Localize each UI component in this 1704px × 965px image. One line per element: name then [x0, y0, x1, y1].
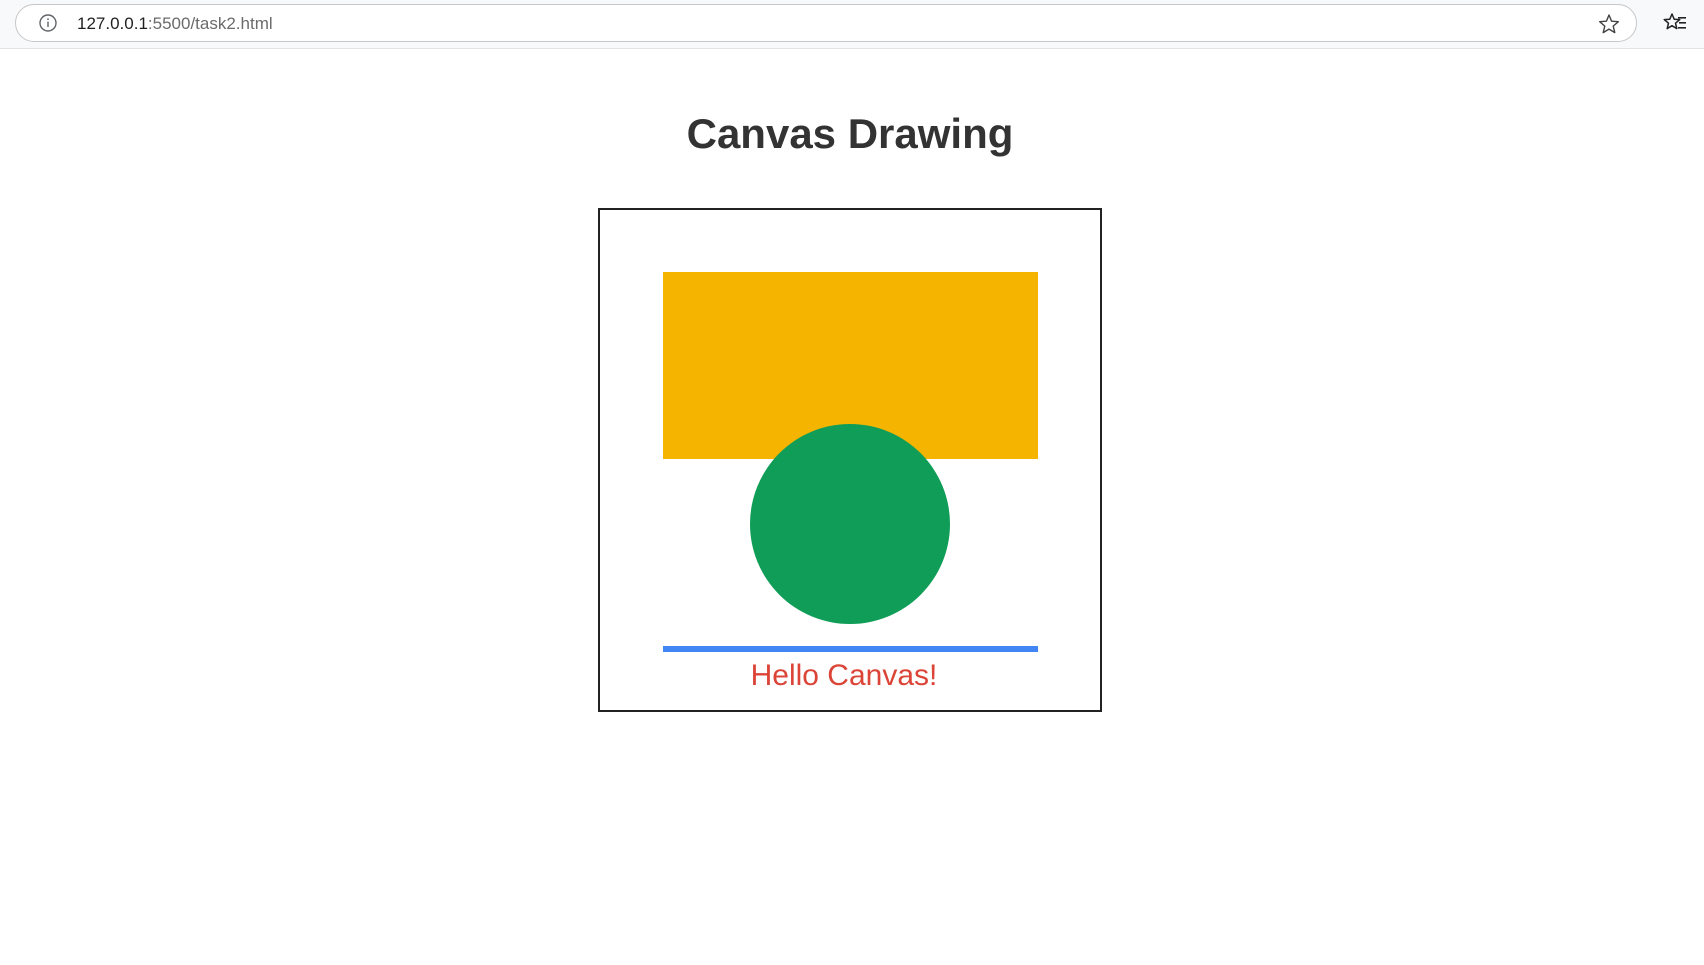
info-icon[interactable]	[39, 14, 57, 32]
favorites-icon[interactable]	[1663, 12, 1687, 36]
url-text[interactable]: 127.0.0.1:5500/task2.html	[77, 14, 273, 34]
browser-toolbar: 127.0.0.1:5500/task2.html	[0, 0, 1704, 49]
drawing-canvas: Hello Canvas!	[598, 208, 1102, 712]
url-host: 127.0.0.1	[77, 14, 148, 33]
canvas-circle	[750, 424, 950, 624]
page-content: Canvas Drawing Hello Canvas!	[0, 49, 1704, 965]
page-title: Canvas Drawing	[686, 110, 1014, 157]
star-icon[interactable]	[1598, 13, 1620, 35]
address-bar[interactable]: 127.0.0.1:5500/task2.html	[15, 4, 1637, 42]
url-path: :5500/task2.html	[147, 14, 273, 33]
canvas-drawing: Hello Canvas!	[663, 272, 1038, 692]
canvas-text: Hello Canvas!	[751, 659, 938, 692]
